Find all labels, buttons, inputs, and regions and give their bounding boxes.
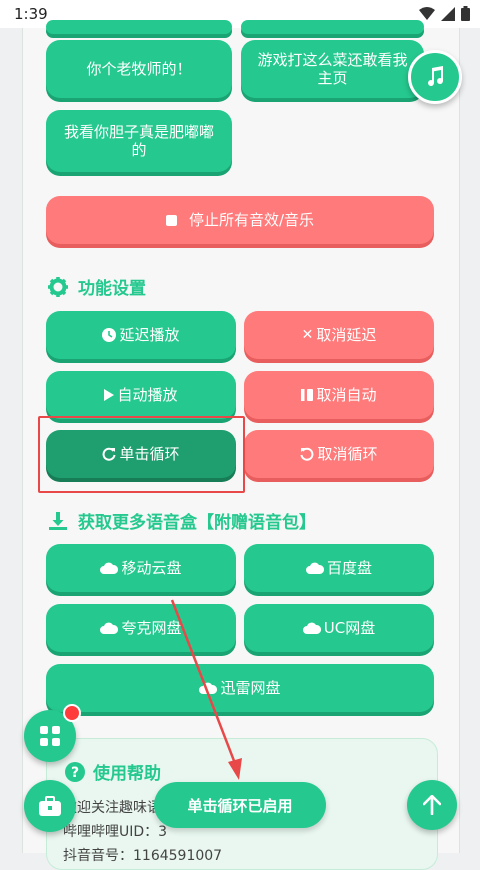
music-button[interactable] (408, 50, 462, 104)
sound-button-partial-1[interactable] (46, 20, 232, 34)
arrow-up-icon (423, 795, 441, 815)
cancel-delay-label: 取消延迟 (316, 326, 377, 344)
sound-button-partial-2[interactable] (241, 20, 424, 34)
undo-icon (300, 447, 314, 461)
cancel-delay-button[interactable]: ✕ 取消延迟 (244, 311, 434, 359)
uc-button[interactable]: UC网盘 (244, 604, 434, 652)
sound-button-label: 游戏打这么菜还敢看我主页 (257, 51, 408, 87)
mobile-cloud-button[interactable]: 移动云盘 (46, 544, 236, 592)
cancel-loop-button[interactable]: 取消循环 (244, 430, 434, 478)
delay-play-label: 延迟播放 (119, 326, 180, 344)
baidu-label: 百度盘 (326, 559, 372, 577)
delay-play-button[interactable]: 延迟播放 (46, 311, 236, 359)
sound-button-label: 我看你胆子真是肥嘟嘟的 (63, 123, 214, 159)
play-icon (104, 389, 115, 401)
sound-button-game-noob[interactable]: 游戏打这么菜还敢看我主页 (241, 40, 424, 98)
sound-button-label: 你个老牧师的！ (86, 60, 192, 78)
help-line-2: 哔哩哔哩UID：3 (63, 824, 168, 840)
system-icons (419, 6, 470, 21)
download-section-title: 获取更多语音盒【附赠语音包】 (48, 508, 316, 533)
close-icon: ✕ (301, 327, 314, 343)
scroll-top-button[interactable] (407, 780, 457, 830)
gear-icon (48, 276, 68, 297)
stop-all-label: 停止所有音效/音乐 (188, 211, 315, 229)
cancel-auto-label: 取消自动 (316, 386, 377, 404)
music-note-icon (428, 66, 444, 87)
help-title-text: 使用帮助 (93, 764, 161, 784)
auto-play-button[interactable]: 自动播放 (46, 371, 236, 419)
cloud-icon (199, 682, 218, 694)
help-title: ? 使用帮助 (65, 759, 161, 784)
sound-button-brave[interactable]: 我看你胆子真是肥嘟嘟的 (46, 110, 232, 172)
xunlei-label: 迅雷网盘 (220, 679, 281, 697)
cancel-loop-label: 取消循环 (317, 445, 378, 463)
battery-icon (461, 6, 470, 21)
quark-button[interactable]: 夸克网盘 (46, 604, 236, 652)
cancel-auto-button[interactable]: 取消自动 (244, 371, 434, 419)
help-line-1: 欢迎关注趣味语 (63, 800, 161, 816)
svg-text:?: ? (71, 765, 79, 781)
stop-all-button[interactable]: 停止所有音效/音乐 (46, 196, 434, 244)
toast-message: 单击循环已启用 (154, 782, 326, 828)
mobile-cloud-label: 移动云盘 (121, 559, 182, 577)
toolbox-button[interactable] (24, 780, 76, 832)
cloud-icon (100, 622, 119, 634)
cloud-icon (100, 562, 119, 574)
settings-title-text: 功能设置 (78, 279, 146, 299)
wifi-icon (419, 6, 435, 20)
toolbox-icon (39, 796, 61, 816)
sound-button-old-pastor[interactable]: 你个老牧师的！ (46, 40, 232, 98)
grid-icon (40, 726, 60, 746)
highlight-box (38, 416, 245, 493)
quark-label: 夸克网盘 (121, 619, 182, 637)
notification-badge (63, 704, 81, 722)
download-title-text: 获取更多语音盒【附赠语音包】 (78, 513, 316, 533)
auto-play-label: 自动播放 (117, 386, 178, 404)
xunlei-button[interactable]: 迅雷网盘 (46, 664, 434, 712)
download-icon (49, 511, 67, 530)
cloud-icon (302, 622, 321, 634)
clock-icon (102, 328, 117, 342)
stop-icon (165, 214, 177, 226)
status-time: 1:39 (14, 5, 48, 23)
baidu-button[interactable]: 百度盘 (244, 544, 434, 592)
cellular-icon (441, 6, 455, 21)
settings-section-title: 功能设置 (48, 274, 146, 299)
cloud-icon (305, 562, 324, 574)
question-icon: ? (65, 761, 85, 782)
uc-label: UC网盘 (323, 619, 376, 637)
pause-icon (301, 389, 314, 401)
help-line-3: 抖音音号：1164591007 (63, 848, 223, 864)
